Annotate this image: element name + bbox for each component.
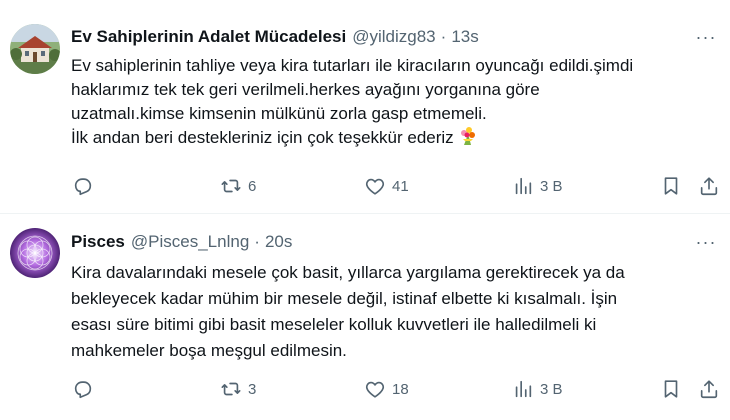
tweet-text-line-last: İlk andan beri destekleriniz için çok te… xyxy=(71,126,721,153)
tweet-actions: 6 41 3 B xyxy=(70,174,725,198)
flower-of-life-avatar-image xyxy=(10,228,60,278)
like-count: 18 xyxy=(392,380,409,398)
more-options-icon[interactable]: ··· xyxy=(694,232,718,252)
reply-icon xyxy=(74,381,92,399)
tweet-header: Ev Sahiplerinin Adalet Mücadelesi @yildi… xyxy=(71,24,479,50)
display-name[interactable]: Ev Sahiplerinin Adalet Mücadelesi xyxy=(71,27,346,47)
retweet-count: 6 xyxy=(248,177,257,195)
bookmark-icon xyxy=(664,177,678,195)
tweet-text-line: uzatmalı.kimse kimsenin mülkünü zorla ga… xyxy=(71,104,487,123)
views-button[interactable]: 3 B xyxy=(512,174,563,198)
tweet-text: Kira davalarındaki mesele çok basit, yıl… xyxy=(71,260,721,364)
bouquet-icon xyxy=(458,126,478,153)
heart-icon xyxy=(365,178,385,195)
tweet-text-line: esası süre bitimi gibi basit meseleler k… xyxy=(71,315,597,334)
reply-icon xyxy=(74,178,92,196)
heart-icon xyxy=(365,381,385,398)
avatar-pisces[interactable] xyxy=(10,228,60,278)
user-handle[interactable]: @Pisces_Lnlng xyxy=(131,232,249,252)
share-button[interactable] xyxy=(698,377,720,401)
timestamp[interactable]: 13s xyxy=(451,27,478,47)
bookmark-button[interactable] xyxy=(660,174,682,198)
separator-dot: · xyxy=(254,232,260,251)
tweet-text-line: İlk andan beri destekleriniz için çok te… xyxy=(71,128,454,147)
views-button[interactable]: 3 B xyxy=(512,377,563,401)
user-handle[interactable]: @yildizg83 xyxy=(352,27,435,47)
tweet-text: Ev sahiplerinin tahliye veya kira tutarl… xyxy=(71,54,721,153)
share-button[interactable] xyxy=(698,174,720,198)
retweet-icon xyxy=(221,382,241,396)
bookmark-button[interactable] xyxy=(660,377,682,401)
tweet-text-line: Ev sahiplerinin tahliye veya kira tutarl… xyxy=(71,56,634,75)
retweet-count: 3 xyxy=(248,380,257,398)
separator-dot: · xyxy=(440,27,447,46)
like-button[interactable]: 18 xyxy=(364,377,409,401)
retweet-icon xyxy=(221,179,241,193)
retweet-button[interactable]: 3 xyxy=(220,377,256,401)
tweet-header: Pisces @Pisces_Lnlng · 20s xyxy=(71,229,292,255)
house-avatar-image xyxy=(10,24,60,74)
timestamp[interactable]: 20s xyxy=(265,232,292,252)
tweet-text-line: bekleyecek kadar mühim bir mesele değil,… xyxy=(71,289,618,308)
more-options-icon[interactable]: ··· xyxy=(694,27,718,47)
like-count: 41 xyxy=(392,177,409,195)
bookmark-icon xyxy=(664,380,678,398)
tweet-text-line: Kira davalarındaki mesele çok basit, yıl… xyxy=(71,263,625,282)
tweet[interactable]: Ev Sahiplerinin Adalet Mücadelesi @yildi… xyxy=(0,0,730,214)
tweet[interactable]: Pisces @Pisces_Lnlng · 20s ··· Kira dava… xyxy=(0,214,730,420)
views-chart-icon xyxy=(515,177,532,195)
reply-button[interactable] xyxy=(72,174,100,198)
view-count: 3 B xyxy=(540,177,563,195)
tweet-text-line: mahkemeler boşa meşgul edilmesin. xyxy=(71,341,347,360)
like-button[interactable]: 41 xyxy=(364,174,409,198)
view-count: 3 B xyxy=(540,380,563,398)
reply-button[interactable] xyxy=(72,377,100,401)
tweet-actions: 3 18 3 B xyxy=(70,377,725,401)
views-chart-icon xyxy=(515,380,532,398)
share-icon xyxy=(700,177,718,196)
avatar-house[interactable] xyxy=(10,24,60,74)
share-icon xyxy=(700,380,718,399)
display-name[interactable]: Pisces xyxy=(71,232,125,252)
tweet-text-line: haklarımız tek tek geri verilmeli.herkes… xyxy=(71,80,540,99)
retweet-button[interactable]: 6 xyxy=(220,174,256,198)
